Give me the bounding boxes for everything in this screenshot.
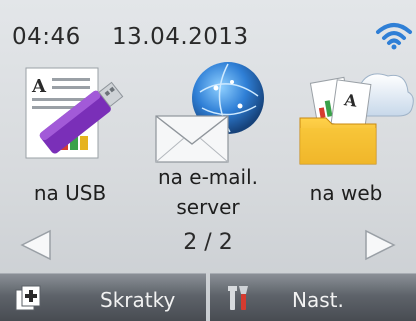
scan-to-web-tile[interactable]: A na web xyxy=(278,62,414,242)
email-server-icon xyxy=(155,62,264,163)
usb-drive-icon: A xyxy=(25,67,124,159)
touchscreen: 04:46 13.04.2013 A na USB na e-mail. ser… xyxy=(0,0,416,321)
scan-to-email-server-tile[interactable]: na e-mail. server xyxy=(140,62,276,242)
arrow-right-icon[interactable] xyxy=(360,228,400,262)
add-shortcut-icon xyxy=(15,285,41,311)
tile-email-label-line2: server xyxy=(176,195,240,219)
status-date: 13.04.2013 xyxy=(112,24,249,50)
tile-email-label-line1: na e-mail. xyxy=(157,165,259,189)
status-bar: 04:46 13.04.2013 xyxy=(0,0,416,60)
wifi-icon[interactable] xyxy=(374,20,414,50)
shortcuts-button[interactable]: Skratky xyxy=(0,273,206,321)
tools-icon xyxy=(228,286,248,310)
settings-button[interactable]: Nast. xyxy=(210,273,416,321)
tile-usb-label: na USB xyxy=(33,181,107,205)
svg-text:A: A xyxy=(31,76,47,97)
settings-label: Nast. xyxy=(292,288,344,312)
status-time: 04:46 xyxy=(12,24,81,50)
bottom-bar: Skratky Nast. xyxy=(0,273,416,321)
shortcuts-label: Skratky xyxy=(100,288,176,312)
arrow-left-icon[interactable] xyxy=(16,228,56,262)
web-cloud-icon: A xyxy=(299,73,414,165)
scan-to-usb-tile[interactable]: A na USB xyxy=(2,62,138,242)
page-indicator: 2 / 2 xyxy=(183,230,233,255)
tile-web-label: na web xyxy=(309,181,383,205)
